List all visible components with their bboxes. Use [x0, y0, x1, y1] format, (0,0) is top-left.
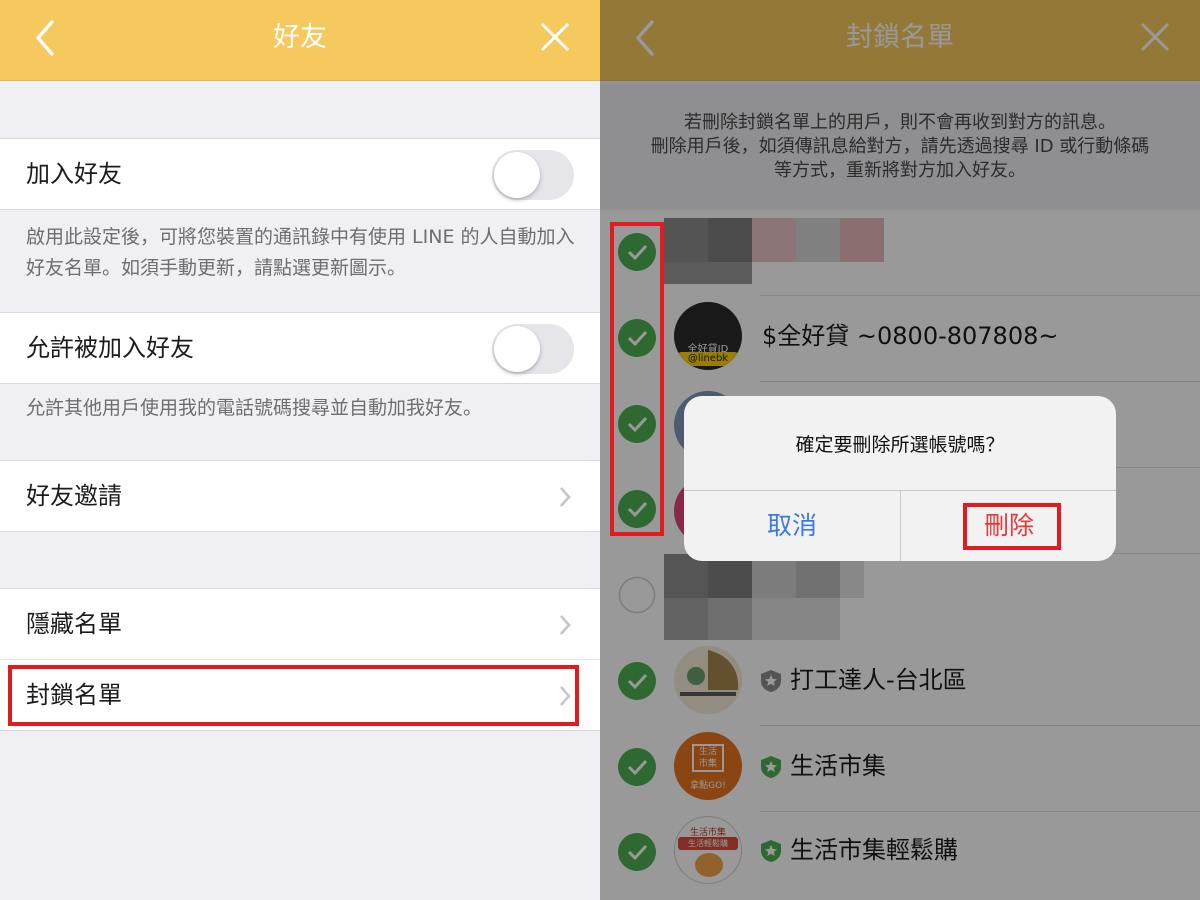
- cancel-button[interactable]: 取消: [684, 490, 900, 561]
- header-bar: 好友: [0, 0, 600, 81]
- allow-added-toggle[interactable]: [492, 324, 574, 374]
- allow-added-row: 允許被加入好友: [0, 312, 600, 384]
- toggle-knob: [494, 326, 540, 372]
- chevron-right-icon: [560, 615, 571, 635]
- blocked-list-highlight: [8, 665, 579, 726]
- add-friends-description: 啟用此設定後，可將您裝置的通訊錄中有使用 LINE 的人自動加入好友名單。如須手…: [26, 226, 575, 279]
- page-title: 好友: [273, 22, 327, 53]
- blocked-list-screen: 封鎖名單 若刪除封鎖名單上的用戶，則不會再收到對方的訊息。 刪除用戶後，如須傳訊…: [600, 0, 1200, 900]
- checkbox-column-highlight: [610, 222, 664, 536]
- friend-invite-row[interactable]: 好友邀請: [0, 460, 600, 532]
- friend-invite-label: 好友邀請: [26, 482, 122, 510]
- close-icon[interactable]: [538, 20, 572, 54]
- add-friends-toggle[interactable]: [492, 150, 574, 200]
- allow-added-label: 允許被加入好友: [26, 334, 194, 362]
- toggle-knob: [494, 152, 540, 198]
- dialog-message: 確定要刪除所選帳號嗎？: [795, 434, 1005, 456]
- friends-settings-screen: 好友 加入好友 啟用此設定後，可將您裝置的通訊錄中有使用 LINE 的人自動加入…: [0, 0, 600, 900]
- add-friends-row: 加入好友: [0, 138, 600, 210]
- add-friends-label: 加入好友: [26, 160, 122, 188]
- chevron-right-icon: [560, 487, 571, 507]
- hidden-list-row[interactable]: 隱藏名單: [0, 588, 600, 660]
- allow-added-description: 允許其他用戶使用我的電話號碼搜尋並自動加我好友。: [26, 397, 483, 419]
- delete-button-highlight: [963, 503, 1061, 550]
- hidden-list-label: 隱藏名單: [26, 610, 122, 638]
